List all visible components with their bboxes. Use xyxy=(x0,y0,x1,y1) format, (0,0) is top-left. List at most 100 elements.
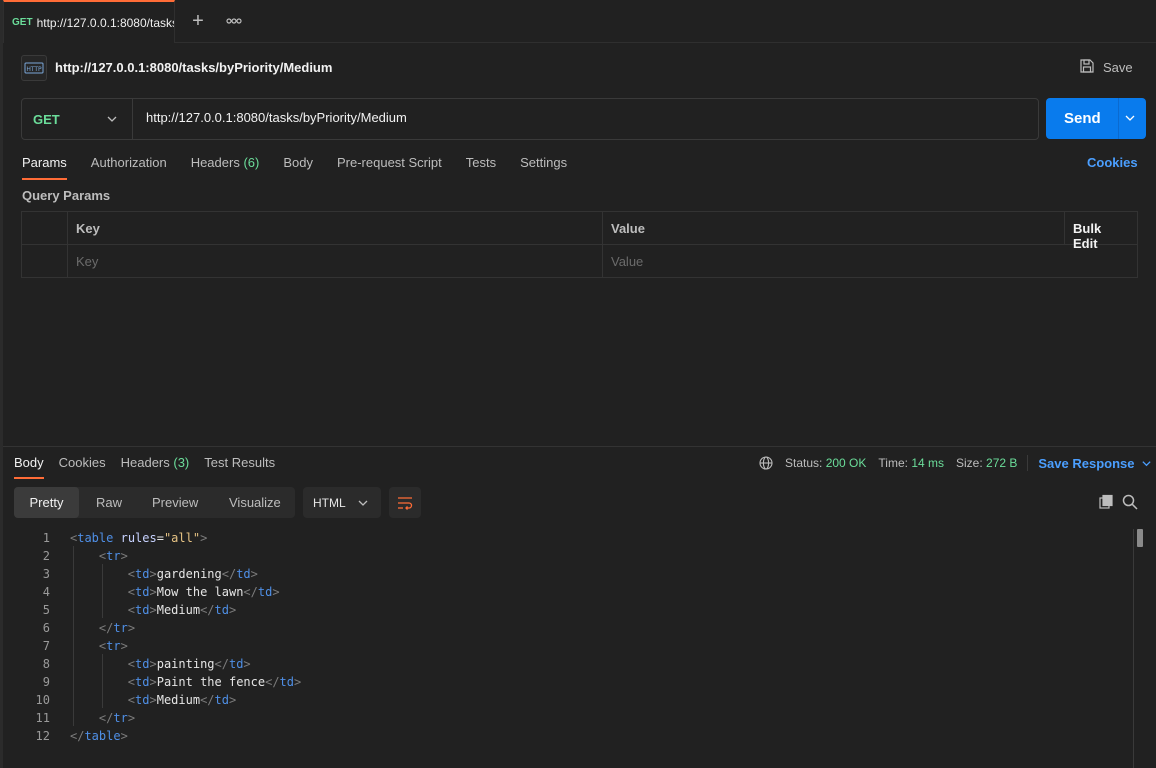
new-tab-icon[interactable]: + xyxy=(189,11,207,31)
response-code-viewer[interactable]: 1 <table rules="all"> 2 <tr> 3 <td>gardenin… xyxy=(3,529,1133,745)
code-line: 7 <tr> xyxy=(3,637,1133,655)
size-value[interactable]: 272 B xyxy=(986,456,1017,470)
code-text: <td>gardening</td> xyxy=(127,567,258,581)
response-tab-headers[interactable]: Headers (3) xyxy=(121,455,190,479)
search-icon[interactable] xyxy=(1122,494,1138,513)
param-key-input[interactable]: Key xyxy=(68,245,603,278)
line-number: 10 xyxy=(35,693,50,707)
param-value-input[interactable]: Value xyxy=(603,245,1137,278)
tab-params[interactable]: Params xyxy=(22,155,67,180)
tab-url: http://127.0.0.1:8080/tasks/byPriority/M… xyxy=(36,15,174,30)
line-number: 1 xyxy=(42,531,50,545)
params-empty-row: Key Value xyxy=(22,245,1137,278)
view-mode-group: Pretty Raw Preview Visualize xyxy=(14,487,295,518)
view-preview-button[interactable]: Preview xyxy=(152,487,198,518)
line-number: 2 xyxy=(42,549,50,563)
response-tab-headers-count: (3) xyxy=(173,455,190,470)
status-value[interactable]: 200 OK xyxy=(826,456,867,470)
code-line: 10 <td>Medium</td> xyxy=(3,691,1133,709)
tab-body[interactable]: Body xyxy=(283,155,313,180)
view-pretty-button[interactable]: Pretty xyxy=(14,487,79,518)
code-text: <tr> xyxy=(98,549,128,563)
chevron-down-icon xyxy=(106,113,118,128)
view-raw-button[interactable]: Raw xyxy=(96,487,122,518)
wrap-lines-button[interactable] xyxy=(389,487,421,518)
params-checkbox-header xyxy=(22,212,68,245)
wrap-lines-icon xyxy=(397,496,413,510)
line-number: 3 xyxy=(42,567,50,581)
tab-tests[interactable]: Tests xyxy=(466,155,496,180)
save-label: Save xyxy=(1103,60,1133,75)
params-value-header: Value xyxy=(603,212,1065,245)
line-number: 12 xyxy=(35,729,50,743)
status-label: Status: xyxy=(785,456,823,470)
code-text: <tr> xyxy=(98,639,128,653)
code-text: <table rules="all"> xyxy=(70,531,208,545)
method-select[interactable]: GET xyxy=(22,99,133,139)
time-label: Time: xyxy=(878,456,908,470)
line-number: 7 xyxy=(42,639,50,653)
line-number: 4 xyxy=(42,585,50,599)
language-label: HTML xyxy=(313,496,346,510)
cookies-link[interactable]: Cookies xyxy=(1087,155,1138,170)
bulk-edit-button[interactable]: Bulk Edit xyxy=(1065,212,1137,251)
view-visualize-button[interactable]: Visualize xyxy=(229,487,281,518)
copy-icon[interactable] xyxy=(1098,494,1114,513)
tab-prerequest-script[interactable]: Pre-request Script xyxy=(337,155,442,180)
tab-request[interactable]: GET http://127.0.0.1:8080/tasks/byPriori… xyxy=(3,0,175,43)
method-label: GET xyxy=(33,111,60,127)
tab-settings[interactable]: Settings xyxy=(520,155,567,180)
line-number: 8 xyxy=(42,657,50,671)
code-text: <td>Paint the fence</td> xyxy=(127,675,302,689)
save-response-label: Save Response xyxy=(1038,455,1135,471)
code-text: </tr> xyxy=(98,711,136,725)
code-line: 1 <table rules="all"> xyxy=(3,529,1133,547)
tab-method: GET xyxy=(12,17,33,28)
save-button[interactable]: Save xyxy=(1079,58,1133,77)
request-tabs: Params Authorization Headers (6) Body Pr… xyxy=(22,155,591,180)
svg-text:HTTP: HTTP xyxy=(26,66,42,73)
tab-authorization[interactable]: Authorization xyxy=(91,155,167,180)
response-tab-headers-label: Headers xyxy=(120,455,170,470)
status-separator xyxy=(1027,455,1029,471)
request-title[interactable]: http://127.0.0.1:8080/tasks/byPriority/M… xyxy=(55,60,332,75)
params-key-header: Key xyxy=(68,212,603,245)
response-tab-body[interactable]: Body xyxy=(14,455,44,479)
tab-bar: GET http://127.0.0.1:8080/tasks/byPriori… xyxy=(3,0,1156,43)
code-text: <td>Medium</td> xyxy=(127,603,237,617)
language-select[interactable]: HTML xyxy=(303,487,381,518)
code-line: 8 <td>painting</td> xyxy=(3,655,1133,673)
more-icon[interactable] xyxy=(225,12,243,30)
response-tab-cookies[interactable]: Cookies xyxy=(59,455,106,479)
time-value[interactable]: 14 ms xyxy=(911,456,944,470)
code-text: <td>painting</td> xyxy=(127,657,251,671)
code-line: 4 <td>Mow the lawn</td> xyxy=(3,583,1133,601)
response-tabs: Body Cookies Headers (3) Test Results xyxy=(14,455,290,479)
send-button[interactable]: Send xyxy=(1046,98,1146,139)
send-options-chevron-icon[interactable] xyxy=(1124,112,1136,127)
code-line: 12 </table> xyxy=(3,727,1133,745)
code-text: </table> xyxy=(70,729,128,743)
size-label: Size: xyxy=(956,456,983,470)
globe-icon[interactable] xyxy=(759,456,773,470)
url-bar: GET http://127.0.0.1:8080/tasks/byPriori… xyxy=(21,98,1039,140)
line-number: 5 xyxy=(42,603,50,617)
url-input[interactable]: http://127.0.0.1:8080/tasks/byPriority/M… xyxy=(146,110,407,125)
params-table: Key Value Bulk Edit Key Value xyxy=(21,211,1138,278)
tab-headers-label: Headers xyxy=(190,155,240,170)
code-scrollbar-track[interactable] xyxy=(1133,529,1134,768)
line-number: 9 xyxy=(42,675,50,689)
save-response-button[interactable]: Save Response xyxy=(1038,456,1151,471)
params-header-row: Key Value Bulk Edit xyxy=(22,212,1137,251)
params-row-checkbox[interactable] xyxy=(22,245,68,278)
query-params-title: Query Params xyxy=(22,188,111,203)
code-scrollbar-thumb[interactable] xyxy=(1137,529,1143,547)
tab-headers-count: (6) xyxy=(243,155,260,170)
pane-divider[interactable] xyxy=(3,446,1156,447)
tab-headers[interactable]: Headers (6) xyxy=(191,155,260,180)
response-tab-test-results[interactable]: Test Results xyxy=(204,455,275,479)
response-status-bar: Status: 200 OK Time: 14 ms Size: 272 B S… xyxy=(759,455,1152,471)
code-line: 2 <tr> xyxy=(3,547,1133,565)
code-text: <td>Mow the lawn</td> xyxy=(127,585,280,599)
code-line: 5 <td>Medium</td> xyxy=(3,601,1133,619)
